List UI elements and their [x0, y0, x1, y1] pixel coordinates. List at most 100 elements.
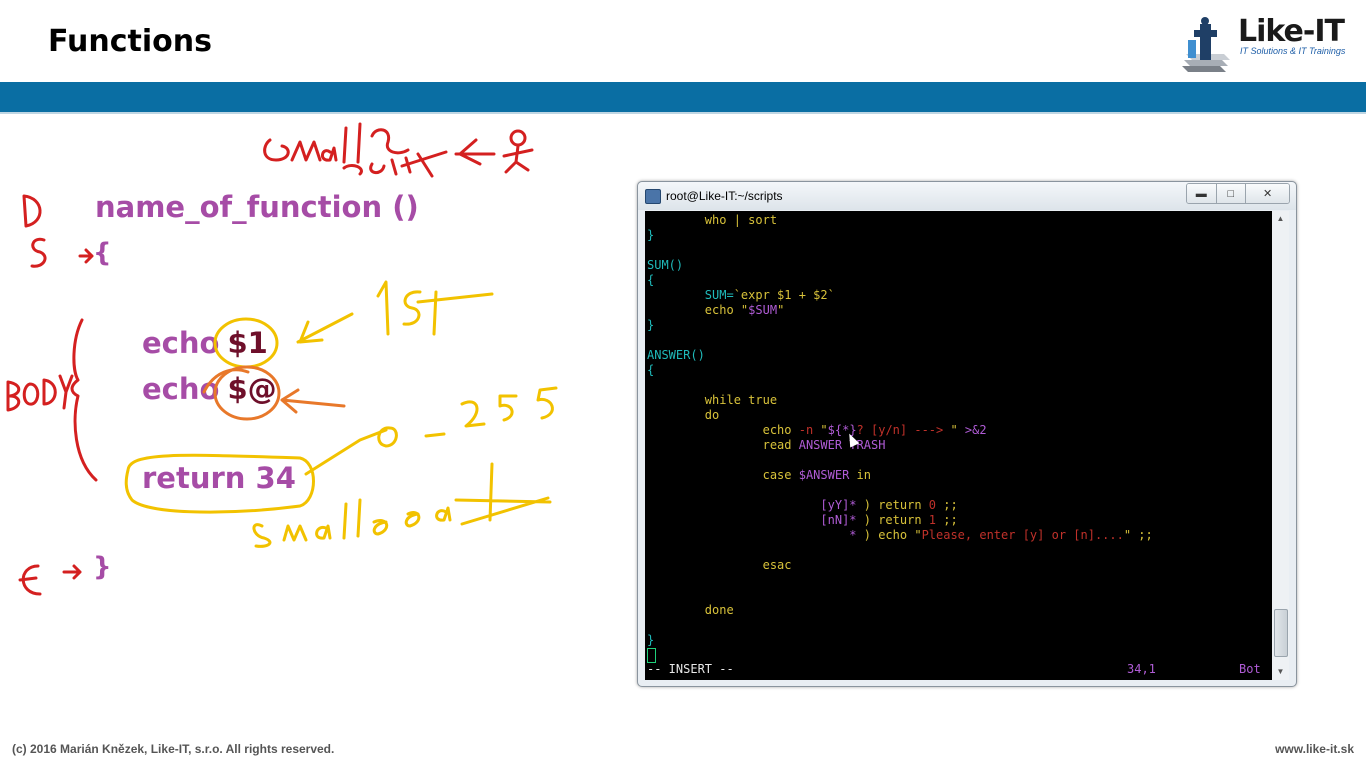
terminal-text: echo [762, 423, 799, 437]
maximize-button[interactable]: □ [1216, 184, 1247, 203]
terminal-text: Please, enter [y] or [n].... [921, 528, 1124, 542]
terminal-line: } [647, 228, 654, 243]
terminal-line: [yY]* ) return 0 ;; [647, 498, 958, 513]
terminal-text: * [849, 528, 864, 542]
terminal-text: $ANSWER [798, 468, 850, 482]
terminal-text: ;; [936, 498, 958, 512]
echo-argument: $@ [227, 372, 277, 406]
window-controls: ▬ □ ✕ [1186, 183, 1290, 204]
terminal-window[interactable]: root@Like-IT:~/scripts ▬ □ ✕ who | sort}… [637, 181, 1297, 687]
terminal-text: done [704, 603, 734, 617]
terminal-text: [nN]* [820, 513, 864, 527]
ink-arrow-argall [280, 388, 346, 414]
terminal-text: } [647, 228, 655, 242]
minimize-button[interactable]: ▬ [1187, 184, 1217, 203]
terminal-line: ANSWER() [647, 348, 705, 363]
terminal-text: ) echo [863, 528, 915, 542]
terminal-text: " [777, 303, 785, 317]
scroll-thumb[interactable] [1274, 609, 1288, 657]
open-brace: { [93, 238, 112, 268]
terminal-text: } [647, 633, 655, 647]
footer-url[interactable]: www.like-it.sk [1275, 742, 1354, 756]
terminal-text: SUM() [647, 258, 684, 272]
terminal-text: 0 [928, 498, 937, 512]
return-statement: return 34 [142, 461, 296, 495]
cursor-position: 34,1 [1127, 662, 1156, 676]
terminal-line: [nN]* ) return 1 ;; [647, 513, 957, 528]
terminal-app-icon [645, 189, 661, 204]
echo-argument: $1 [227, 326, 268, 360]
terminal-screen[interactable]: who | sort} SUM(){ SUM=`expr $1 + $2` ech… [645, 211, 1272, 680]
terminal-text: } [647, 318, 655, 332]
terminal-text: echo [704, 303, 741, 317]
close-icon: ✕ [1262, 188, 1273, 200]
scroll-down-arrow-icon[interactable]: ▼ [1272, 664, 1289, 680]
ink-arrow-1st [296, 312, 354, 344]
like-it-logo: Like-IT IT Solutions & IT Trainings [1180, 14, 1350, 74]
terminal-text: " [914, 528, 922, 542]
ink-word-small [252, 523, 272, 548]
terminal-line: while true [647, 393, 777, 408]
ink-word-body [6, 380, 21, 412]
echo-line-2: echo $@ [142, 372, 277, 406]
function-signature: name_of_function () [95, 190, 419, 224]
text-cursor [647, 648, 656, 663]
header-band-shadow [0, 112, 1366, 114]
terminal-text: case [762, 468, 799, 482]
terminal-text: SUM= [704, 288, 734, 302]
scroll-up-arrow-icon[interactable]: ▲ [1272, 211, 1289, 227]
terminal-text: 1 [928, 513, 937, 527]
terminal-text: " ;; [1123, 528, 1153, 542]
vim-mode: -- INSERT -- [647, 662, 734, 676]
echo-keyword: echo [142, 326, 220, 360]
vim-status-line: -- INSERT -- 34,1 Bot [647, 662, 1267, 677]
logo-icon [1182, 17, 1230, 72]
terminal-titlebar[interactable]: root@Like-IT:~/scripts ▬ □ ✕ [638, 182, 1296, 210]
terminal-text: [yY]* [820, 498, 864, 512]
terminal-text: " [820, 423, 828, 437]
terminal-line: } [647, 318, 654, 333]
terminal-scrollbar[interactable]: ▲ ▼ [1272, 211, 1289, 680]
terminal-text: ? [y/n] ---> [856, 423, 951, 437]
terminal-text: while true [704, 393, 778, 407]
terminal-line: SUM=`expr $1 + $2` [647, 288, 835, 303]
terminal-text: esac [762, 558, 792, 572]
terminal-text: do [704, 408, 720, 422]
terminal-text: >&2 [964, 423, 987, 437]
footer-copyright: (c) 2016 Marián Knězek, Like-IT, s.r.o. … [12, 742, 335, 756]
terminal-line: echo "$SUM" [647, 303, 785, 318]
terminal-text: ANSWER TRASH [798, 438, 886, 452]
terminal-line: { [647, 363, 654, 378]
close-button[interactable]: ✕ [1246, 184, 1289, 203]
terminal-line: case $ANSWER in [647, 468, 871, 483]
terminal-line: SUM() [647, 258, 683, 273]
terminal-text: in [849, 468, 871, 482]
echo-keyword: echo [142, 372, 220, 406]
close-brace: } [93, 552, 112, 582]
terminal-text: ) return [863, 498, 929, 512]
terminal-text: read [762, 438, 799, 452]
terminal-line: who | sort [647, 213, 777, 228]
maximize-icon: □ [1227, 187, 1235, 200]
logo-name: Like-IT [1238, 14, 1345, 49]
terminal-text: `expr $1 + $2` [733, 288, 835, 302]
slide-title: Functions [48, 24, 212, 59]
terminal-text: { [647, 363, 655, 377]
ink-letter-e [18, 564, 42, 596]
terminal-line: do [647, 408, 719, 423]
header-band [0, 82, 1366, 112]
terminal-text: -n [798, 423, 821, 437]
ink-letter-s [30, 237, 47, 268]
minimize-icon: ▬ [1195, 187, 1207, 200]
terminal-text: { [647, 273, 655, 287]
